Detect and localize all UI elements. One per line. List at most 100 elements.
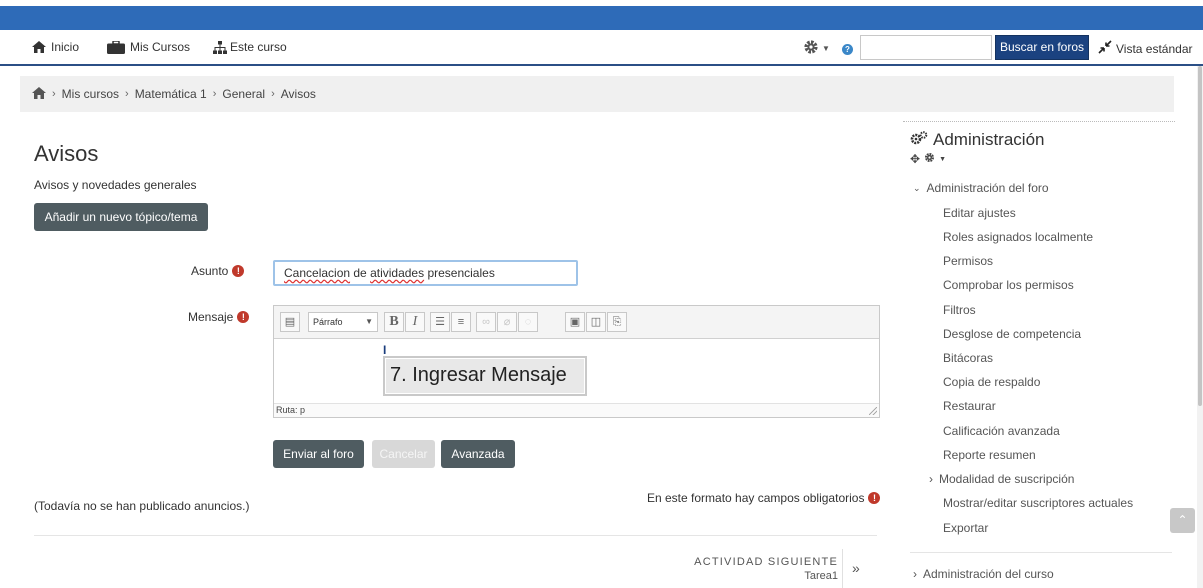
- admin-link-restore[interactable]: Restaurar: [943, 399, 996, 413]
- subject-text-part: de: [350, 266, 371, 280]
- nav-home-link[interactable]: Inicio: [32, 40, 79, 54]
- no-announcements-text: (Todavía no se han publicado anuncios.): [34, 499, 250, 513]
- breadcrumb-item-course[interactable]: Matemática 1: [135, 87, 207, 101]
- admin-link-filters[interactable]: Filtros: [943, 303, 976, 317]
- breadcrumb-item-section[interactable]: General: [222, 87, 265, 101]
- caret-down-icon: ▼: [365, 317, 373, 326]
- required-icon: !: [232, 265, 245, 277]
- administration-title: Administración: [910, 130, 1045, 150]
- cogs-icon: [910, 130, 928, 150]
- page-title: Avisos: [34, 141, 99, 166]
- unlink-icon[interactable]: ⌀: [497, 312, 517, 332]
- message-textarea[interactable]: I 7. Ingresar Mensaje: [274, 340, 879, 403]
- administration-block: Administración ✥ ▼ ⌄ Administración del …: [903, 121, 1175, 588]
- subject-text-part: Cancelacion: [284, 266, 351, 280]
- media-icon[interactable]: ◌: [518, 312, 538, 332]
- admin-link-backup[interactable]: Copia de respaldo: [943, 375, 1040, 389]
- user-settings-menu[interactable]: ▼: [803, 39, 830, 58]
- required-fields-text: En este formato hay campos obligatorios: [647, 491, 865, 505]
- editor-toolbar: ▤ Párrafo ▼ B I ☰ ≡ ∞ ⌀ ◌ ▣ ◫ ⎘: [274, 306, 879, 339]
- submit-button[interactable]: Enviar al foro: [273, 440, 364, 468]
- divider: [34, 535, 877, 536]
- forum-description: Avisos y novedades generales: [34, 178, 197, 192]
- course-admin-node[interactable]: › Administración del curso: [913, 567, 1054, 581]
- editor-status-path: Ruta: p: [274, 403, 879, 417]
- admin-link-logs[interactable]: Bitácoras: [943, 351, 993, 365]
- top-navbar: Inicio Mis Cursos Este curso ▼ ? Buscar …: [0, 30, 1203, 66]
- paragraph-format-value: Párrafo: [313, 317, 343, 327]
- divider: [842, 549, 843, 588]
- next-activity-label: ACTIVIDAD SIGUIENTE: [694, 556, 838, 568]
- nav-home-label: Inicio: [51, 40, 80, 54]
- cancel-button[interactable]: Cancelar: [372, 440, 435, 468]
- toolbar-toggle-icon[interactable]: ▤: [280, 312, 300, 332]
- divider: [910, 552, 1172, 553]
- breadcrumb: › Mis cursos › Matemática 1 › General › …: [20, 76, 1174, 112]
- required-fields-note: En este formato hay campos obligatorios …: [647, 491, 881, 505]
- subscription-mode-node[interactable]: › Modalidad de suscripción: [929, 472, 1074, 486]
- chevron-right-icon: ›: [271, 88, 275, 100]
- breadcrumb-item-forum[interactable]: Avisos: [281, 87, 316, 101]
- link-icon[interactable]: ∞: [476, 312, 496, 332]
- course-admin-label: Administración del curso: [923, 567, 1054, 581]
- double-chevron-right-icon[interactable]: »: [852, 560, 860, 576]
- chevron-right-icon: ›: [125, 88, 129, 100]
- subject-input[interactable]: Cancelacion de atividades presenciales: [273, 260, 578, 286]
- ordered-list-icon[interactable]: ≡: [451, 312, 471, 332]
- admin-link-competency-breakdown[interactable]: Desglose de competencia: [943, 327, 1081, 341]
- paragraph-format-select[interactable]: Párrafo ▼: [308, 312, 378, 332]
- compress-icon: [1098, 40, 1112, 57]
- page-scrollbar[interactable]: [1197, 66, 1203, 588]
- subject-text-part: atividades: [370, 266, 425, 280]
- forum-search-button[interactable]: Buscar en foros: [995, 35, 1089, 60]
- video-icon[interactable]: ◫: [586, 312, 606, 332]
- forum-admin-node[interactable]: ⌄ Administración del foro: [913, 181, 1049, 195]
- subscription-mode-label: Modalidad de suscripción: [939, 472, 1075, 486]
- chevron-right-icon: ›: [52, 88, 56, 100]
- administration-title-text: Administración: [933, 130, 1045, 149]
- top-color-band: [0, 6, 1203, 30]
- admin-link-edit-settings[interactable]: Editar ajustes: [943, 206, 1016, 220]
- chevron-down-icon: ⌄: [913, 182, 921, 193]
- admin-link-permissions[interactable]: Permisos: [943, 254, 993, 268]
- resize-handle-icon[interactable]: [869, 407, 877, 415]
- image-icon[interactable]: ▣: [565, 312, 585, 332]
- text-cursor-icon: I: [383, 343, 387, 357]
- add-topic-button[interactable]: Añadir un nuevo tópico/tema: [34, 203, 208, 231]
- nav-my-courses-link[interactable]: Mis Cursos: [107, 40, 190, 54]
- scroll-to-top-button[interactable]: ⌃: [1170, 508, 1195, 533]
- subject-text-part: presenciales: [424, 266, 495, 280]
- gear-icon[interactable]: [924, 152, 935, 166]
- admin-link-local-roles[interactable]: Roles asignados localmente: [943, 230, 1093, 244]
- standard-view-link[interactable]: Vista estándar: [1098, 40, 1193, 57]
- scrollbar-thumb[interactable]: [1198, 66, 1202, 406]
- italic-icon[interactable]: I: [405, 312, 425, 332]
- briefcase-icon: [107, 40, 125, 54]
- step-tooltip: 7. Ingresar Mensaje: [383, 356, 587, 396]
- forum-search-input[interactable]: [860, 35, 992, 60]
- admin-link-check-permissions[interactable]: Comprobar los permisos: [943, 278, 1074, 292]
- move-icon[interactable]: ✥: [910, 152, 920, 166]
- required-icon: !: [868, 492, 881, 504]
- file-icon[interactable]: ⎘: [607, 312, 627, 332]
- chevron-right-icon: ›: [212, 88, 217, 100]
- admin-link-export[interactable]: Exportar: [943, 521, 988, 535]
- next-activity-name: Tarea1: [804, 570, 838, 582]
- next-activity-link[interactable]: ACTIVIDAD SIGUIENTE Tarea1: [692, 556, 838, 582]
- admin-link-advanced-grading[interactable]: Calificación avanzada: [943, 424, 1060, 438]
- subject-label: Asunto !: [191, 264, 245, 278]
- bold-icon[interactable]: B: [384, 312, 404, 332]
- breadcrumb-item-my-courses[interactable]: Mis cursos: [62, 87, 119, 101]
- chevron-right-icon: ›: [929, 472, 933, 486]
- caret-down-icon: ▼: [822, 44, 830, 53]
- nav-this-course-label: Este curso: [230, 40, 287, 54]
- home-icon[interactable]: [32, 86, 46, 102]
- admin-link-summary-report[interactable]: Reporte resumen: [943, 448, 1036, 462]
- chevron-right-icon: ›: [913, 567, 917, 581]
- standard-view-label: Vista estándar: [1116, 41, 1193, 56]
- admin-link-subscribers[interactable]: Mostrar/editar suscriptores actuales: [943, 496, 1133, 510]
- nav-this-course-link[interactable]: Este curso: [213, 40, 287, 54]
- help-icon[interactable]: ?: [842, 44, 853, 55]
- unordered-list-icon[interactable]: ☰: [430, 312, 450, 332]
- advanced-button[interactable]: Avanzada: [441, 440, 515, 468]
